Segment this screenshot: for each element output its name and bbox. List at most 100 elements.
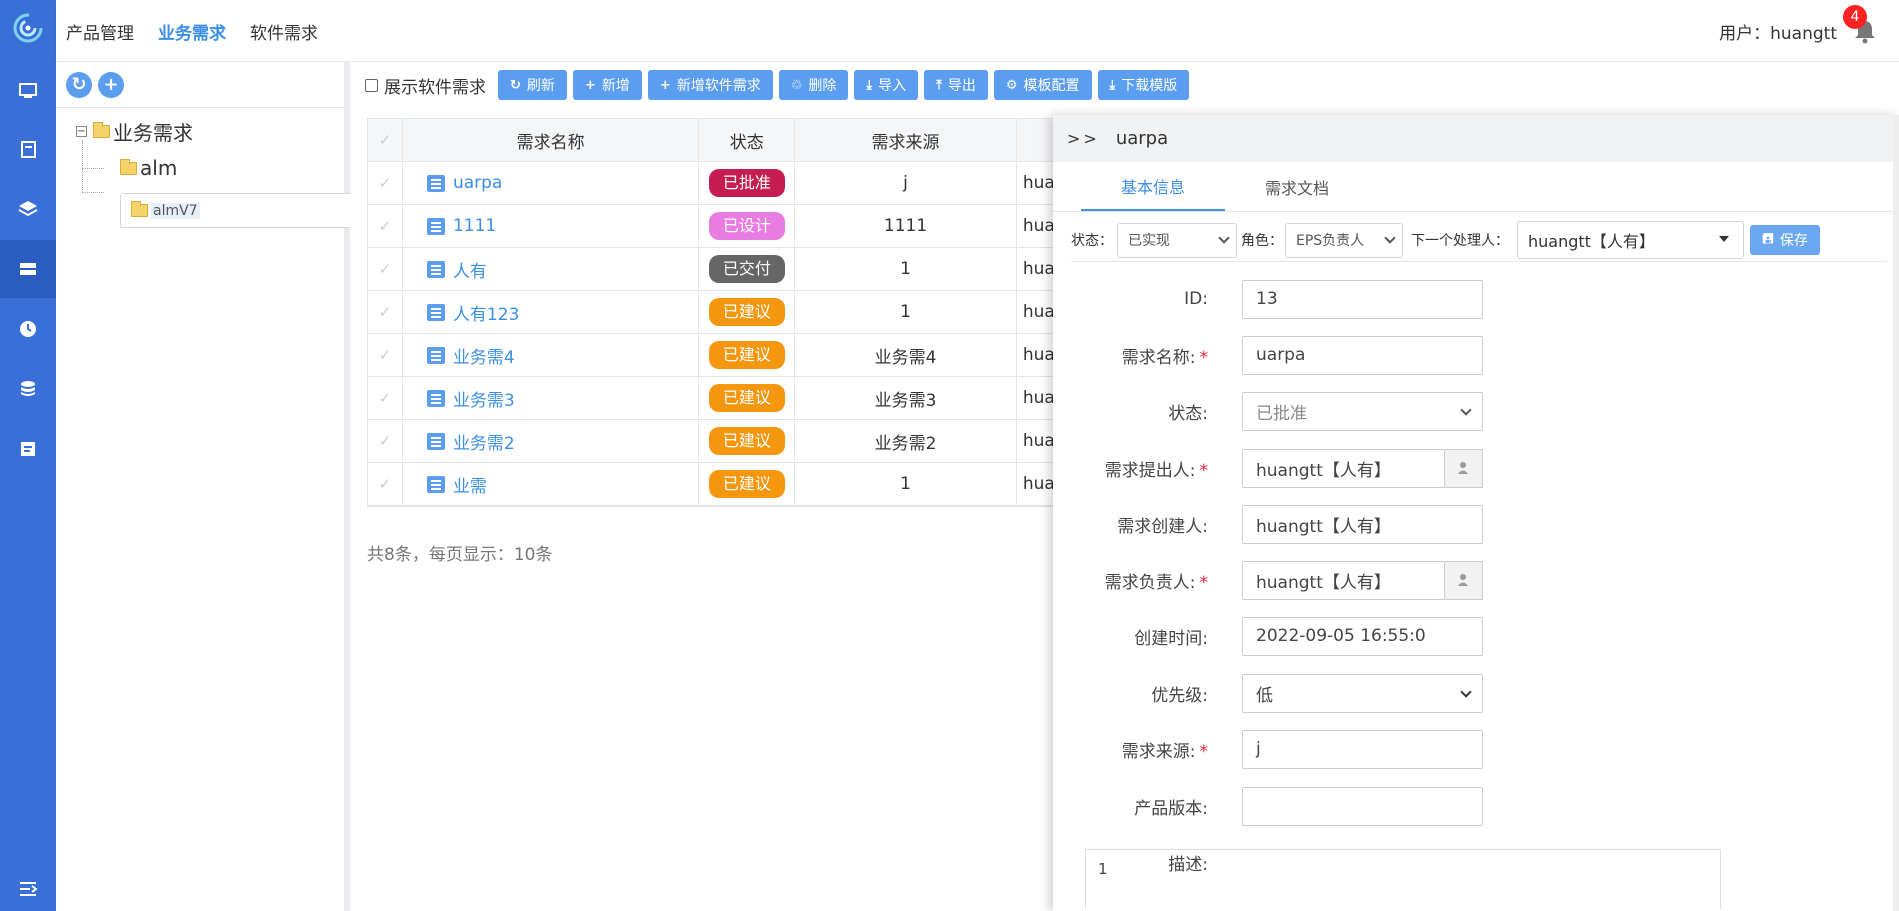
role-label: 角色： — [1241, 233, 1283, 249]
user-picker-icon[interactable] — [1445, 448, 1483, 488]
download-template-button[interactable]: ⤓ 下载模版 — [1097, 70, 1190, 100]
id-field[interactable]: 13 — [1242, 279, 1483, 319]
row-checkbox[interactable]: ✓ — [368, 377, 403, 419]
column-header[interactable]: 需求来源 — [795, 119, 1017, 161]
row-checkbox[interactable]: ✓ — [368, 248, 403, 290]
chevron-down-icon — [1460, 685, 1472, 698]
nav-item-product[interactable]: 产品管理 — [66, 19, 134, 44]
document-icon — [426, 475, 445, 493]
tab-req-doc[interactable]: 需求文档 — [1225, 162, 1369, 211]
server-icon[interactable] — [0, 240, 56, 298]
nav-item-software-req[interactable]: 软件需求 — [250, 19, 318, 44]
created-time-field[interactable]: 2022-09-05 16:55:0 — [1242, 616, 1483, 656]
add-software-req-button[interactable]: + 新增软件需求 — [647, 70, 773, 100]
field-proposer: 需求提出人: * huangtt【人有】 — [1053, 448, 1899, 488]
req-name-link[interactable]: 人有 — [453, 257, 487, 282]
tree-node-alm[interactable]: alm — [120, 155, 177, 181]
creator-field[interactable]: huangtt【人有】 — [1242, 504, 1483, 544]
field-name: 需求名称: * uarpa — [1053, 335, 1899, 375]
document-icon — [426, 303, 445, 321]
source-cell: 1 — [795, 463, 1017, 505]
drawer-scrollbar[interactable] — [1893, 115, 1899, 911]
export-button[interactable]: ⤒ 导出 — [924, 70, 988, 100]
req-name-link[interactable]: uarpa — [453, 173, 502, 193]
gear-icon: ⚙ — [1005, 77, 1018, 93]
row-checkbox[interactable]: ✓ — [368, 162, 403, 204]
clock-icon[interactable] — [0, 300, 56, 358]
layers-icon[interactable] — [0, 180, 56, 238]
database-icon[interactable] — [0, 360, 56, 418]
app-logo-icon[interactable] — [12, 12, 44, 44]
req-name-cell: 业务需2 — [403, 420, 700, 462]
req-name-link[interactable]: 人有123 — [453, 300, 519, 325]
priority-select[interactable]: 低 — [1242, 673, 1483, 713]
tree-panel: ↻ + − 业务需求 alm almV7 — [56, 62, 408, 911]
req-name-cell: uarpa — [403, 162, 700, 204]
chevron-down-icon — [1460, 403, 1472, 416]
pager-info: 共8条，每页显示：10条 — [367, 545, 553, 565]
req-name-link[interactable]: 业务需4 — [453, 343, 515, 368]
source-cell: j — [795, 162, 1017, 204]
status-cell: 已批准 — [699, 162, 796, 204]
status-label: 状态： — [1071, 233, 1113, 249]
row-checkbox[interactable]: ✓ — [368, 334, 403, 376]
top-nav: 产品管理 业务需求 软件需求 — [66, 0, 318, 62]
source-field[interactable]: j — [1242, 729, 1483, 769]
next-handler-select[interactable]: huangtt【人有】 — [1517, 221, 1744, 259]
row-checkbox[interactable]: ✓ — [368, 420, 403, 462]
req-name-link[interactable]: 1111 — [453, 216, 496, 236]
user-picker-icon[interactable] — [1445, 560, 1483, 600]
tree-node-root[interactable]: − 业务需求 — [76, 118, 193, 145]
bell-icon[interactable]: 4 — [1843, 5, 1879, 45]
row-checkbox[interactable]: ✓ — [368, 463, 403, 505]
proposer-field[interactable]: huangtt【人有】 — [1242, 448, 1445, 488]
import-button[interactable]: ⤓ 导入 — [854, 70, 919, 100]
document-icon — [426, 389, 445, 407]
version-field[interactable] — [1242, 786, 1483, 826]
req-name-cell: 业务需4 — [403, 334, 700, 376]
save-button[interactable]: 🖪 保存 — [1750, 225, 1820, 255]
book-icon[interactable] — [0, 121, 56, 179]
column-header[interactable]: 需求名称 — [403, 119, 700, 161]
status-badge: 已交付 — [708, 255, 785, 283]
req-name-link[interactable]: 业务需2 — [453, 429, 515, 454]
template-config-button[interactable]: ⚙ 模板配置 — [993, 70, 1092, 100]
column-header[interactable]: 状态 — [699, 119, 796, 161]
tree: − 业务需求 alm almV7 — [56, 108, 408, 228]
report-icon[interactable] — [0, 420, 56, 478]
status-cell: 已建议 — [699, 334, 796, 376]
delete-button[interactable]: ♲ 删除 — [778, 70, 849, 100]
refresh-button[interactable]: ↻ 刷新 — [498, 70, 567, 100]
document-icon — [426, 432, 445, 450]
add-node-icon[interactable]: + — [98, 71, 124, 98]
status-badge: 已设计 — [708, 212, 785, 240]
role-select[interactable]: EPS负责人 — [1285, 222, 1403, 258]
tree-toolbar: ↻ + — [56, 62, 344, 108]
tab-basic-info[interactable]: 基本信息 — [1081, 162, 1225, 211]
menu-collapse-icon[interactable] — [0, 860, 56, 911]
nav-item-business-req[interactable]: 业务需求 — [158, 19, 226, 44]
req-name-link[interactable]: 业务需3 — [453, 386, 515, 411]
owner-field[interactable]: huangtt【人有】 — [1242, 560, 1445, 600]
collapse-toggle-icon[interactable]: − — [76, 125, 87, 137]
show-software-toggle[interactable]: 展示软件需求 — [365, 73, 486, 98]
refresh-tree-icon[interactable]: ↻ — [66, 71, 92, 98]
chevron-down-icon — [1218, 231, 1230, 244]
collapse-arrow-icon[interactable]: >> — [1067, 129, 1100, 148]
status-field[interactable]: 已批准 — [1242, 391, 1483, 431]
source-cell: 1 — [795, 291, 1017, 333]
req-name-link[interactable]: 业需 — [453, 472, 487, 497]
field-source: 需求来源: * j — [1053, 729, 1899, 769]
row-checkbox[interactable]: ✓ — [368, 205, 403, 247]
checkbox[interactable] — [365, 78, 378, 92]
row-checkbox[interactable]: ✓ — [368, 291, 403, 333]
status-select[interactable]: 已实现 — [1117, 222, 1237, 258]
caret-down-icon — [1719, 236, 1729, 242]
name-field[interactable]: uarpa — [1242, 335, 1483, 375]
select-all-checkbox[interactable]: ✓ — [368, 119, 403, 161]
notification-badge: 4 — [1843, 5, 1867, 29]
monitor-icon[interactable] — [0, 62, 56, 120]
add-button[interactable]: + 新增 — [572, 70, 642, 100]
description-field[interactable]: 1 — [1085, 849, 1721, 909]
chevron-down-icon — [1384, 231, 1396, 244]
